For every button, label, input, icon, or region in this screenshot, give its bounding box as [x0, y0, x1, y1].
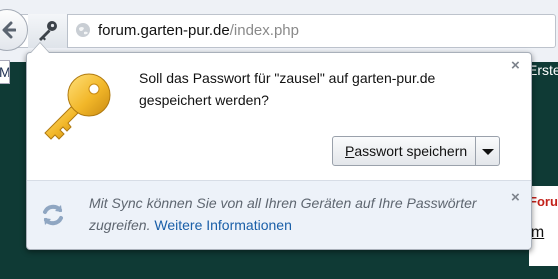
more-info-link[interactable]: Weitere Informationen: [154, 217, 291, 233]
url-domain: forum.garten-pur.de: [98, 22, 230, 39]
sync-message: Mit Sync können Sie von all Ihren Geräte…: [89, 192, 499, 236]
save-options-dropdown[interactable]: [476, 136, 501, 166]
url-path: /index.php: [229, 22, 299, 39]
forum-label: Foru: [529, 194, 558, 209]
save-label: asswort speichern: [354, 143, 468, 159]
panel-arrow: [30, 42, 50, 53]
page-content-strip: Foru um: [529, 186, 558, 266]
save-password-message: Soll das Passwort für "zausel" auf garte…: [139, 70, 436, 108]
close-sync-button[interactable]: ×: [511, 189, 520, 206]
url-text[interactable]: forum.garten-pur.de/index.php: [98, 22, 299, 39]
password-key-icon: [44, 73, 111, 140]
save-access-key: P: [345, 143, 355, 159]
save-password-split-button: Passwort speichern: [332, 136, 501, 166]
sync-promo-footer: Mit Sync können Sie von all Ihren Geräte…: [27, 180, 531, 249]
sync-icon: [43, 204, 63, 226]
close-panel-button[interactable]: ×: [511, 57, 520, 74]
key-icon: [39, 21, 57, 41]
edge-menu-text[interactable]: Erste: [528, 62, 558, 78]
save-password-button[interactable]: Passwort speichern: [332, 136, 477, 166]
back-arrow-icon: [2, 21, 16, 39]
password-save-panel: Soll das Passwort für "zausel" auf garte…: [26, 52, 532, 250]
edge-tab[interactable]: M: [0, 60, 10, 84]
globe-icon: [76, 23, 90, 37]
